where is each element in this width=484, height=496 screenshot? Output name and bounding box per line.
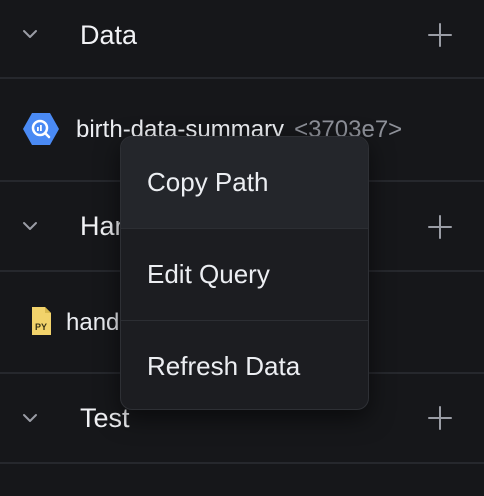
menu-item-refresh-data[interactable]: Refresh Data [121,321,368,409]
bigquery-icon [23,113,59,145]
plus-icon[interactable] [427,214,453,240]
divider [0,462,484,464]
plus-icon[interactable] [427,405,453,431]
chevron-down-icon[interactable] [20,216,40,236]
chevron-down-icon[interactable] [20,408,40,428]
context-menu: Copy Path Edit Query Refresh Data [120,136,369,410]
chevron-down-icon[interactable] [20,24,40,44]
section-header-data[interactable]: Data [0,0,484,78]
plus-icon[interactable] [427,22,453,48]
menu-item-edit-query[interactable]: Edit Query [121,229,368,320]
explorer-panel: Data birth-data-summary<3703e7> Handlers [0,0,484,496]
file-type-label: PY [35,322,47,332]
menu-item-copy-path[interactable]: Copy Path [121,137,368,228]
python-file-icon: PY [32,307,51,335]
section-title-data: Data [80,20,138,50]
